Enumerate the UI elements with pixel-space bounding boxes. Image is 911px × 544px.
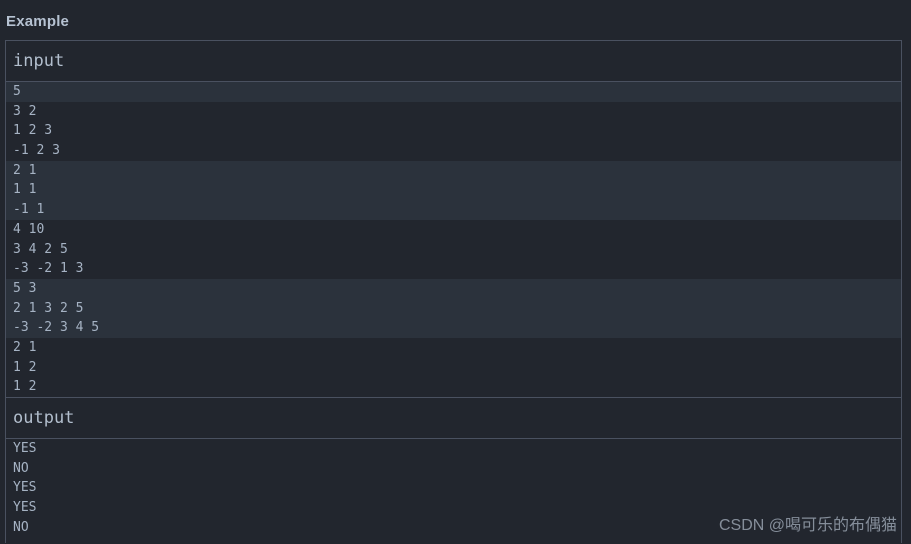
input-header-label: input: [6, 41, 901, 82]
input-code-line: -3 -2 1 3: [13, 261, 84, 277]
output-code-line: YES: [13, 480, 37, 496]
output-code-line: YES: [13, 441, 37, 456]
input-code-line: 5: [13, 84, 21, 99]
input-code-line: 2 1: [13, 162, 37, 178]
watermark: CSDN @喝可乐的布偶猫: [718, 517, 897, 534]
input-code-line: 2 1: [13, 339, 37, 355]
page-title: Example: [6, 13, 70, 30]
input-code-line: 3 4 2 5: [13, 241, 68, 257]
output-code-line: NO: [13, 460, 29, 476]
input-code-line: 5 3: [13, 280, 37, 296]
input-code-line: 1 2 3: [13, 123, 53, 139]
input-code-line: 2 1 3 2 5: [13, 300, 84, 316]
input-code-line: 3 2: [13, 103, 37, 119]
example-box: input 5 3 2 1 2 3 -1 2 3 2 1 1 1 -1 1 4 10 3 4 2…: [5, 40, 902, 544]
input-code-line: 1 2: [13, 379, 37, 395]
input-line-group: 2 1 1 1 -1 1: [6, 160, 901, 220]
input-code-line: -1 2 3: [13, 143, 60, 159]
input-code-line: 1 1: [13, 182, 37, 198]
input-line-group: 5: [6, 82, 901, 102]
input-body: 5 3 2 1 2 3 -1 2 3 2 1 1 1 -1 1 4 10 3 4 2 5 -3 -…: [6, 82, 901, 397]
input-code-line: -1 1: [13, 202, 45, 218]
output-code-line: YES: [13, 500, 37, 516]
input-line-group: 2 1 1 2 1 2: [6, 337, 901, 397]
input-code-line: 4 10: [13, 221, 45, 237]
input-code-line: 1 2: [13, 359, 37, 375]
output-header-label: output: [6, 397, 901, 439]
example-section: Example input 53 21 2 3 -1 2 32 11 1 -1 14…: [0, 0, 911, 544]
input-line-group: 3 2 1 2 3 -1 2 3: [6, 101, 901, 161]
input-line-group: 4 10 3 4 2 5 -3 -2 1 3: [6, 219, 901, 279]
input-code-line: -3 -2 3 4 5: [13, 320, 100, 336]
input-line-group: 5 3 2 1 3 2 5 -3 -2 3 4 5: [6, 278, 901, 338]
